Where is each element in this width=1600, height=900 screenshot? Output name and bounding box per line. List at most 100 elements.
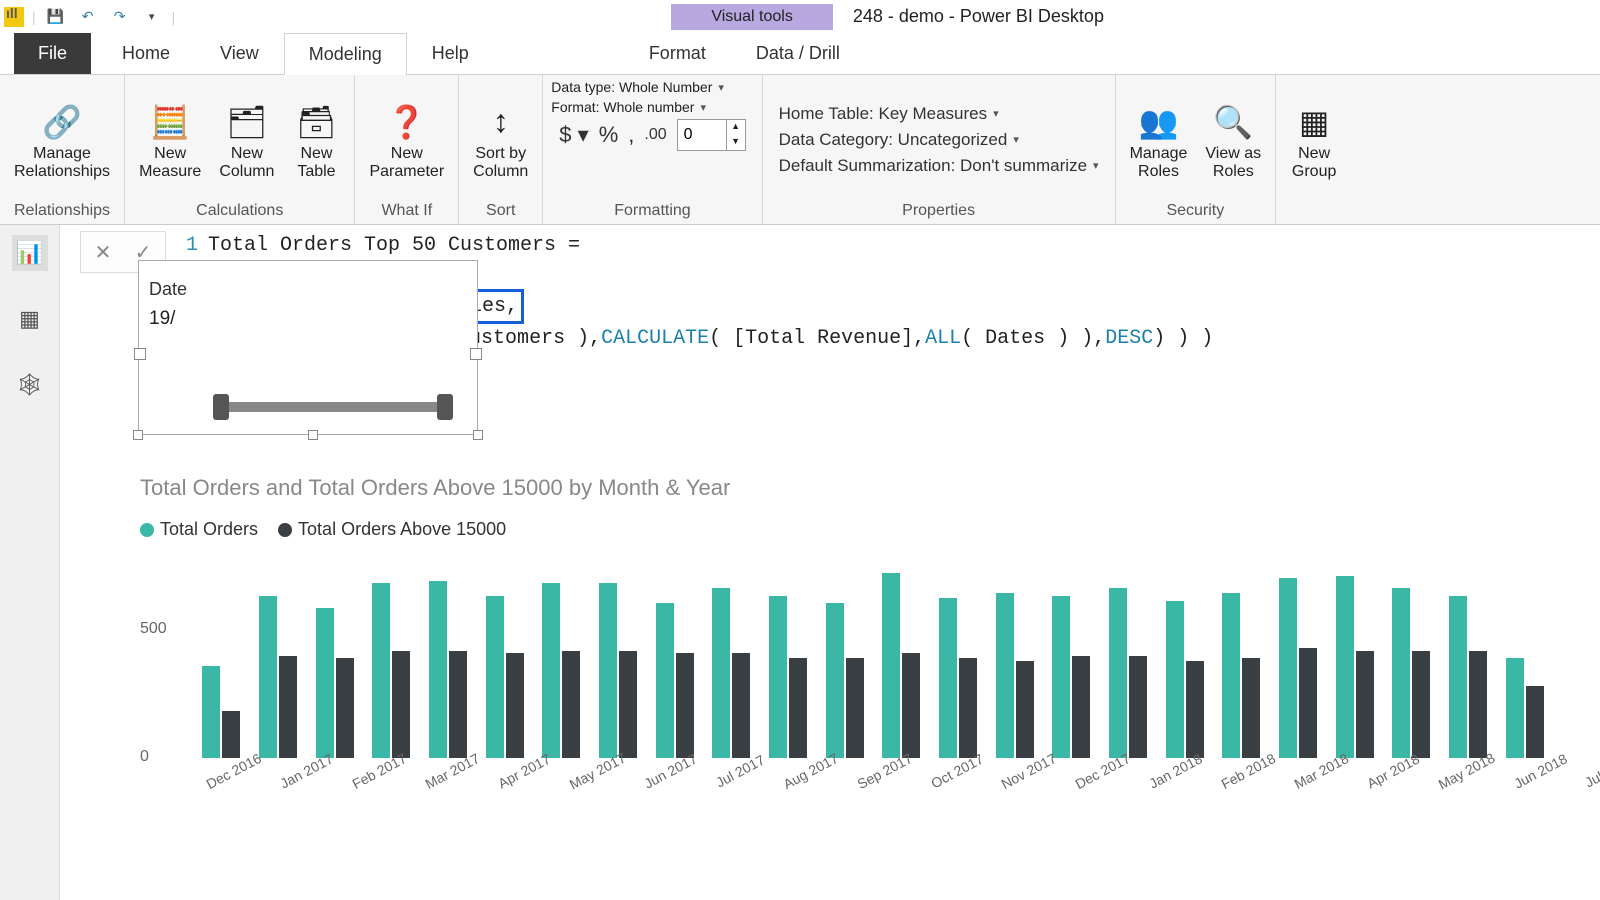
bar-group: [1277, 578, 1320, 758]
x-tick-label: Jul 2018: [1582, 752, 1600, 791]
format-dropdown[interactable]: Format: Whole number▾: [551, 99, 706, 115]
slider-track[interactable]: [219, 402, 447, 412]
new-measure-button[interactable]: 🧮New Measure: [133, 97, 207, 182]
bar: [316, 608, 334, 758]
bar: [676, 653, 694, 758]
spinner-up-icon[interactable]: ▲: [727, 120, 745, 135]
bar: [372, 583, 390, 758]
legend-label: Total Orders: [160, 519, 258, 540]
report-view-button[interactable]: 📊: [12, 235, 48, 271]
sort-icon: ↕: [493, 99, 509, 145]
bar: [769, 596, 787, 759]
bar: [846, 658, 864, 758]
bar: [902, 653, 920, 758]
bar: [1052, 596, 1070, 759]
save-icon[interactable]: 💾: [44, 5, 68, 29]
bar-group: [710, 588, 753, 758]
chart-legend: Total Orders Total Orders Above 15000: [140, 519, 1560, 540]
bar: [202, 666, 220, 759]
bar: [259, 596, 277, 759]
new-parameter-button[interactable]: ❓New Parameter: [363, 97, 450, 182]
manage-roles-button[interactable]: 👥Manage Roles: [1124, 97, 1194, 182]
legend-dot-icon: [140, 523, 154, 537]
measure-icon: 🧮: [150, 99, 190, 145]
bar-group: [993, 593, 1036, 758]
datatype-dropdown[interactable]: Data type: Whole Number▾: [551, 79, 724, 95]
powerbi-logo-icon: [4, 7, 24, 27]
orders-chart-visual[interactable]: Total Orders and Total Orders Above 1500…: [140, 475, 1560, 780]
bar: [826, 603, 844, 758]
ribbon-tabs: File Home View Modeling Help Format Data…: [0, 33, 1600, 75]
bar-group: [880, 573, 923, 758]
bar: [732, 653, 750, 758]
bar: [1412, 651, 1430, 759]
y-tick: 500: [140, 620, 167, 638]
group-icon: ▦: [1299, 99, 1329, 145]
bar-group: [540, 583, 583, 758]
slider-thumb-left[interactable]: [213, 394, 229, 420]
group-label: Sort: [467, 200, 534, 222]
percent-button[interactable]: %: [599, 122, 619, 148]
bar-group: [1163, 601, 1206, 759]
bar: [1299, 648, 1317, 758]
y-tick: 0: [140, 748, 149, 766]
tab-modeling[interactable]: Modeling: [284, 33, 407, 75]
data-category-dropdown[interactable]: Data Category: Uncategorized▾: [779, 130, 1099, 150]
caret-down-icon: ▾: [1013, 133, 1019, 146]
bar: [449, 651, 467, 759]
new-table-button[interactable]: 🗃New Table: [286, 97, 346, 182]
bar: [712, 588, 730, 758]
new-group-button[interactable]: ▦New Group: [1284, 97, 1344, 182]
slider-thumb-right[interactable]: [437, 394, 453, 420]
bar: [1449, 596, 1467, 759]
chart-title: Total Orders and Total Orders Above 1500…: [140, 475, 1560, 501]
caret-down-icon: ▾: [1093, 159, 1099, 172]
bar: [939, 598, 957, 758]
bar: [1129, 656, 1147, 759]
bar-group: [653, 603, 696, 758]
decimals-spinner[interactable]: ▲▼: [677, 119, 746, 151]
sort-by-column-button[interactable]: ↕Sort by Column: [467, 97, 534, 182]
x-axis-labels: Dec 2016Jan 2017Feb 2017Mar 2017Apr 2017…: [140, 764, 1560, 780]
bar-group: [370, 583, 413, 758]
home-table-dropdown[interactable]: Home Table: Key Measures▾: [779, 104, 1099, 124]
redo-icon[interactable]: ↷: [108, 5, 132, 29]
file-tab[interactable]: File: [14, 33, 91, 74]
caret-down-icon: ▾: [993, 107, 999, 120]
decimals-input[interactable]: [678, 120, 726, 150]
model-view-button[interactable]: 🕸: [12, 367, 48, 403]
bar: [959, 658, 977, 758]
tab-help[interactable]: Help: [407, 32, 494, 74]
column-icon: 🗂: [227, 99, 268, 145]
group-label: Relationships: [8, 200, 116, 222]
tab-data-drill[interactable]: Data / Drill: [731, 32, 865, 74]
currency-button[interactable]: $ ▾: [559, 122, 588, 148]
app-title: 248 - demo - Power BI Desktop: [853, 6, 1104, 27]
bar: [1526, 686, 1544, 759]
summarization-dropdown[interactable]: Default Summarization: Don't summarize▾: [779, 156, 1099, 176]
caret-down-icon: ▾: [718, 81, 724, 94]
qat-dropdown-icon[interactable]: ▾: [140, 5, 164, 29]
bar-group: [313, 608, 356, 758]
thousands-button[interactable]: ,: [628, 122, 634, 148]
bar: [1356, 651, 1374, 759]
bar: [222, 711, 240, 759]
manage-relationships-button[interactable]: 🔗 Manage Relationships: [8, 97, 116, 182]
decimal-icon[interactable]: .00: [644, 126, 666, 144]
group-label: [1284, 200, 1344, 222]
bar: [486, 596, 504, 759]
formula-cancel-button[interactable]: ✕: [85, 236, 121, 268]
tab-home[interactable]: Home: [97, 32, 195, 74]
undo-icon[interactable]: ↶: [76, 5, 100, 29]
data-view-button[interactable]: ▦: [12, 301, 48, 337]
slicer-value: 19/: [139, 304, 477, 334]
spinner-down-icon[interactable]: ▼: [727, 135, 745, 150]
view-as-roles-button[interactable]: 🔍View as Roles: [1199, 97, 1267, 182]
new-column-button[interactable]: 🗂New Column: [213, 97, 280, 182]
bar-group: [483, 596, 526, 759]
date-slicer-visual[interactable]: Date 19/: [138, 260, 478, 435]
group-label: Properties: [771, 200, 1107, 222]
tab-view[interactable]: View: [195, 32, 284, 74]
group-label: Formatting: [551, 200, 753, 222]
tab-format[interactable]: Format: [624, 32, 731, 74]
